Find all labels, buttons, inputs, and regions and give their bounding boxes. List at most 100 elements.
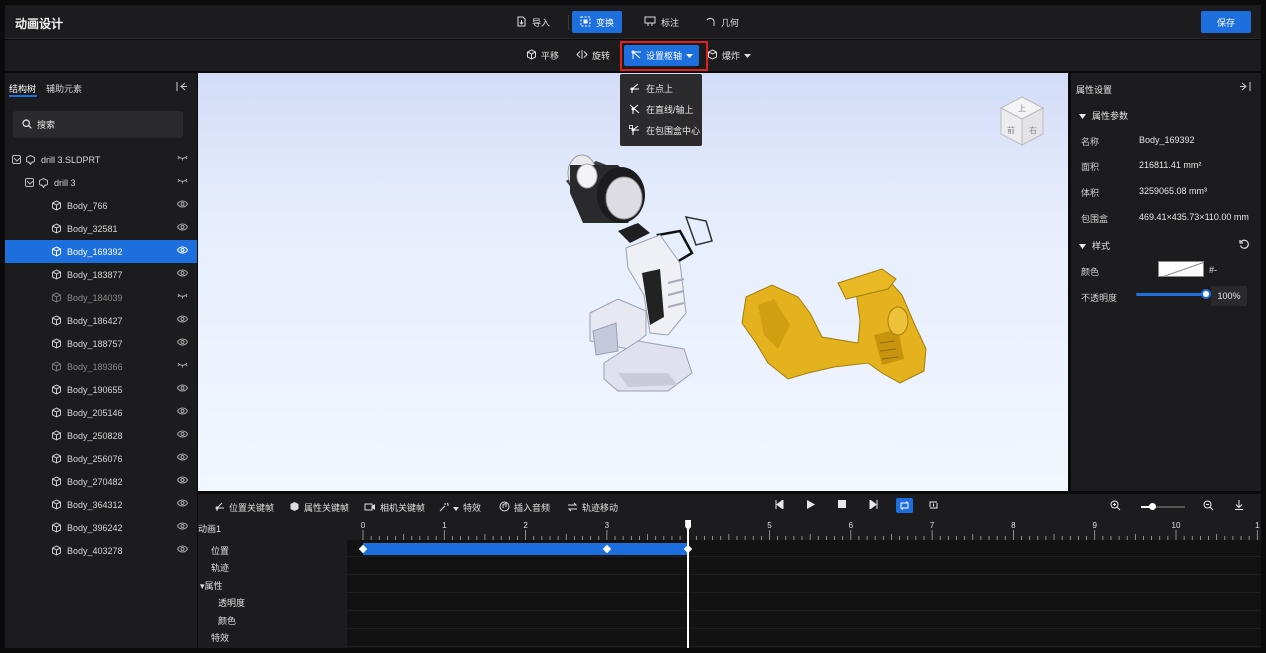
trajectory-move-button[interactable]: 轨迹移动 [567,501,618,514]
tree-root-node[interactable]: drill 3.SLDPRT [5,148,197,171]
style-section-header[interactable]: 样式 [1079,239,1110,252]
pivot-on-line-item[interactable]: 在直线/轴上 [620,99,702,120]
tree-body-item[interactable]: Body_403278 [5,539,197,562]
camera-keyframe-button[interactable]: 相机关键帧 [364,501,425,514]
track-row[interactable] [347,612,1261,629]
collapse-panel-icon[interactable] [1240,82,1251,94]
tree-body-item[interactable]: Body_32581 [5,217,197,240]
eye-icon[interactable] [177,223,188,231]
repeat-once-icon[interactable] [928,500,939,513]
zoom-out-icon[interactable] [1203,500,1214,514]
search-input[interactable]: 搜索 [13,111,183,138]
tree-body-item[interactable]: Body_183877 [5,263,197,286]
tree-body-item[interactable]: Body_766 [5,194,197,217]
tree-body-item[interactable]: Body_169392 [5,240,197,263]
eye-closed-icon[interactable] [177,292,188,300]
property-keyframe-button[interactable]: 属性关键帧 [289,501,349,514]
track-effects[interactable]: 特效 [211,631,229,644]
opacity-slider-thumb[interactable] [1201,289,1211,299]
tree-body-item[interactable]: Body_184039 [5,286,197,309]
zoom-slider-thumb[interactable] [1149,503,1156,510]
body-cube-icon [51,522,62,533]
track-opacity[interactable]: 透明度 [218,596,245,609]
eye-icon[interactable] [177,407,188,415]
view-cube[interactable]: 上 前 右 [998,95,1046,151]
zoom-in-icon[interactable] [1110,500,1121,514]
effects-button[interactable]: 特效 [439,501,481,514]
time-ruler[interactable]: 0123456789101 [347,520,1261,540]
tree-body-item[interactable]: Body_396242 [5,516,197,539]
color-swatch[interactable] [1158,261,1204,277]
transform-button[interactable]: 变换 [572,11,623,33]
track-area[interactable] [347,540,1261,648]
eye-icon[interactable] [177,522,188,530]
geometry-button[interactable]: 几何 [697,11,747,33]
track-row[interactable] [347,630,1261,647]
params-section-header[interactable]: 属性参数 [1079,109,1128,122]
eye-icon[interactable] [177,476,188,484]
eye-closed-icon[interactable] [177,154,188,162]
eye-icon[interactable] [177,430,188,438]
tree-body-item[interactable]: Body_270482 [5,470,197,493]
tree-body-item[interactable]: Body_256076 [5,447,197,470]
explode-button[interactable]: 爆炸 [701,45,757,66]
pivot-on-point-item[interactable]: 在点上 [620,78,702,99]
tree-body-item[interactable]: Body_188757 [5,332,197,355]
stop-icon[interactable] [838,500,846,511]
translate-button[interactable]: 平移 [520,45,565,66]
play-icon[interactable] [807,500,815,512]
tab-structure-tree[interactable]: 结构树 [9,82,36,95]
insert-audio-button[interactable]: 插入音频 [499,501,550,514]
eye-icon[interactable] [177,315,188,323]
opacity-value[interactable]: 100% [1211,286,1247,306]
tab-auxiliary-elements[interactable]: 辅助元素 [46,82,82,95]
track-row[interactable] [347,558,1261,575]
tree-body-item[interactable]: Body_205146 [5,401,197,424]
eye-icon[interactable] [177,499,188,507]
eye-icon[interactable] [177,269,188,277]
playhead[interactable] [687,520,690,648]
tree-assembly-node[interactable]: drill 3 [5,171,197,194]
tree-body-item[interactable]: Body_186427 [5,309,197,332]
animation-name[interactable]: 动画1 [198,522,221,535]
eye-icon[interactable] [177,384,188,392]
view-cube-front-label[interactable]: 前 [1007,125,1015,135]
collapse-panel-icon[interactable] [176,82,187,94]
annotate-button[interactable]: 标注 [636,11,687,33]
step-back-icon[interactable] [775,499,784,512]
tree-body-item[interactable]: Body_364312 [5,493,197,516]
view-cube-top-label[interactable]: 上 [1018,104,1026,113]
eye-icon[interactable] [177,453,188,461]
step-forward-icon[interactable] [869,499,878,512]
reset-icon[interactable] [1239,239,1249,251]
pivot-at-bbox-center-item[interactable]: 在包围盒中心 [620,120,702,141]
loop-icon[interactable] [896,498,913,513]
eye-icon[interactable] [177,200,188,208]
position-keyframe-button[interactable]: 位置关键帧 [214,501,274,514]
track-row[interactable] [347,576,1261,593]
position-track-bar[interactable] [363,543,689,555]
track-color[interactable]: 颜色 [218,614,236,627]
download-icon[interactable] [1234,500,1244,513]
opacity-slider[interactable] [1136,293,1206,296]
tree-body-item[interactable]: Body_189366 [5,355,197,378]
ruler-tick-label: 8 [1011,521,1016,530]
eye-icon[interactable] [177,338,188,346]
save-button[interactable]: 保存 [1201,11,1251,33]
view-cube-right-label[interactable]: 右 [1029,125,1037,135]
expand-toggle-icon[interactable] [12,155,21,164]
eye-closed-icon[interactable] [177,177,188,185]
track-row[interactable] [347,594,1261,611]
expand-toggle-icon[interactable] [25,178,34,187]
rotate-button[interactable]: 旋转 [570,45,616,66]
tree-body-item[interactable]: Body_250828 [5,424,197,447]
tree-body-item[interactable]: Body_190655 [5,378,197,401]
track-trajectory[interactable]: 轨迹 [211,561,229,574]
eye-closed-icon[interactable] [177,361,188,369]
track-position[interactable]: 位置 [211,544,229,557]
track-attribute-group[interactable]: ▾属性 [200,579,223,592]
import-button[interactable]: 导入 [508,11,558,33]
eye-icon[interactable] [177,545,188,553]
eye-icon[interactable] [177,246,188,254]
property-keyframe-icon [289,501,300,514]
